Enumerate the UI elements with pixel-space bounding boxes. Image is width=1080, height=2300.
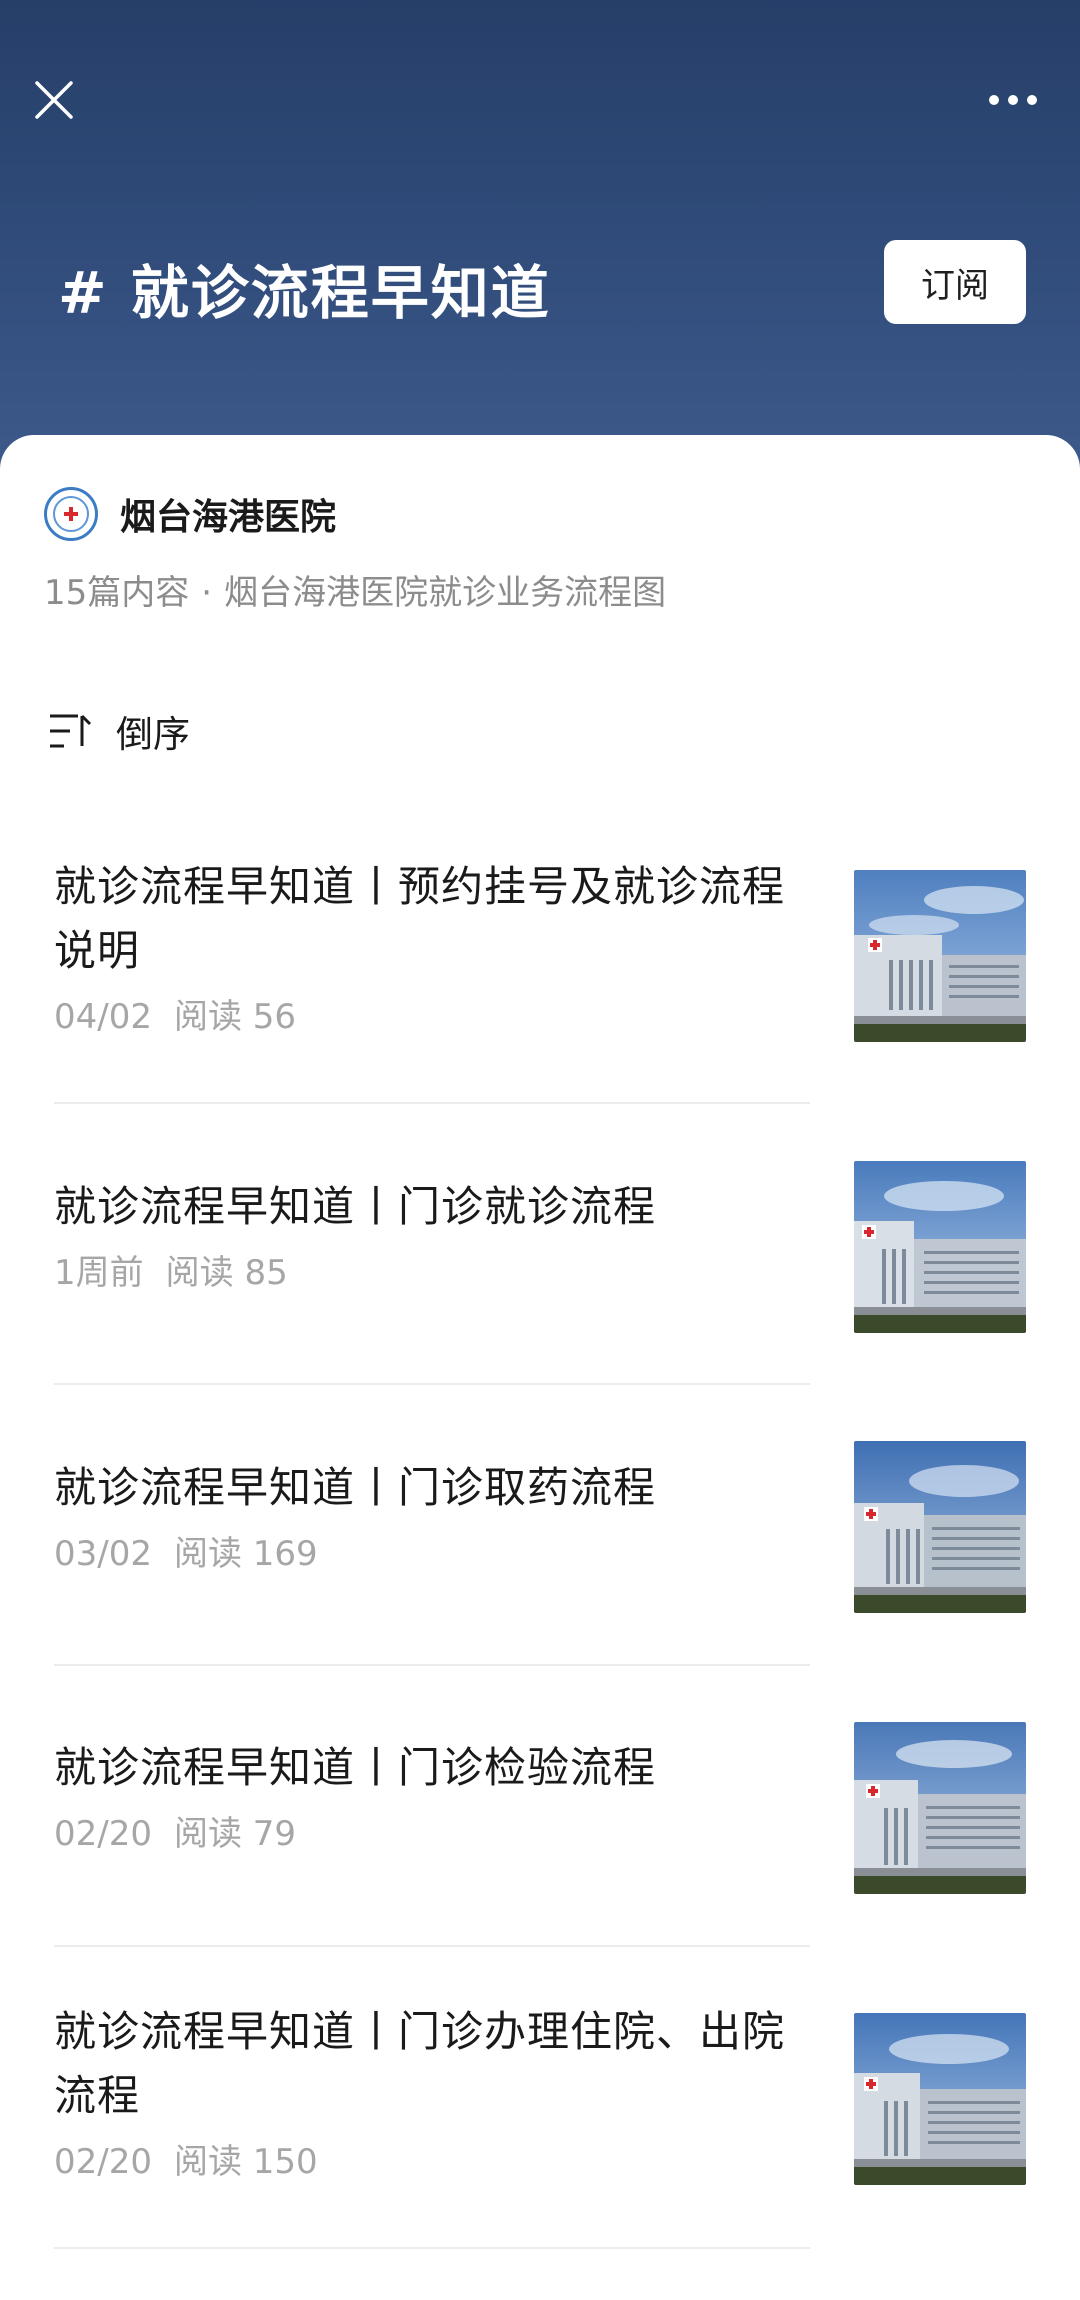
more-button[interactable] [978,78,1048,122]
article-text: 就诊流程早知道丨门诊办理住院、出院流程 02/20 阅读 150 [54,2000,814,2183]
article-meta: 02/20 阅读 150 [54,2134,814,2183]
sort-descending-icon [50,714,92,748]
topic-meta: 15篇内容 · 烟台海港医院就诊业务流程图 [44,565,666,614]
close-icon [35,81,73,119]
close-button[interactable] [24,70,84,130]
article-date: 04/02 [54,997,152,1037]
article-title: 就诊流程早知道丨门诊办理住院、出院流程 [54,2007,786,2120]
divider [54,1945,810,1947]
hospital-building-image [854,1161,1026,1333]
article-title: 就诊流程早知道丨门诊取药流程 [54,1463,657,1512]
divider [54,2247,810,2249]
sort-label: 倒序 [116,713,190,756]
account-name: 烟台海港医院 [120,497,337,538]
topic-title: # 就诊流程早知道 [58,259,551,327]
article-thumbnail [854,2013,1026,2185]
content-count: 15篇内容 [44,573,190,613]
divider [54,1383,810,1385]
hospital-logo-avatar [44,487,98,541]
article-reads: 阅读 169 [173,1534,318,1574]
more-icon-dot [1027,95,1037,105]
hospital-building-image [854,1722,1026,1894]
article-item[interactable]: 就诊流程早知道丨门诊取药流程 03/02 阅读 169 [54,1441,1026,1628]
article-item[interactable]: 就诊流程早知道丨门诊办理住院、出院流程 02/20 阅读 150 [54,2000,1026,2200]
hospital-logo-emblem [53,496,89,532]
article-thumbnail [854,1441,1026,1613]
divider [54,1102,810,1104]
article-title: 就诊流程早知道丨门诊检验流程 [54,1743,657,1792]
red-cross-icon [64,507,78,521]
article-item[interactable]: 就诊流程早知道丨门诊就诊流程 1周前 阅读 85 [54,1161,1026,1347]
article-text: 就诊流程早知道丨预约挂号及就诊流程说明 04/02 阅读 56 [54,855,814,1038]
article-reads: 阅读 79 [173,1814,297,1854]
article-text: 就诊流程早知道丨门诊就诊流程 1周前 阅读 85 [54,1175,814,1294]
more-icon-dot [989,95,999,105]
topic-header: # 就诊流程早知道 订阅 [0,0,1080,480]
article-reads: 阅读 150 [173,2142,318,2182]
article-date: 03/02 [54,1534,152,1574]
more-icon-dot [1008,95,1018,105]
article-title: 就诊流程早知道丨预约挂号及就诊流程说明 [54,862,786,975]
article-date: 1周前 [54,1253,144,1293]
article-meta: 03/02 阅读 169 [54,1526,814,1575]
article-text: 就诊流程早知道丨门诊取药流程 03/02 阅读 169 [54,1456,814,1575]
article-meta: 1周前 阅读 85 [54,1245,814,1294]
article-reads: 阅读 56 [173,997,297,1037]
article-text: 就诊流程早知道丨门诊检验流程 02/20 阅读 79 [54,1736,814,1855]
hospital-building-image [854,1441,1026,1613]
subscribe-button[interactable]: 订阅 [884,240,1026,324]
article-date: 02/20 [54,1814,152,1854]
article-reads: 阅读 85 [165,1253,288,1293]
divider [54,1664,810,1666]
account-row[interactable]: 烟台海港医院 [44,487,336,541]
article-title: 就诊流程早知道丨门诊就诊流程 [54,1182,657,1231]
article-thumbnail [854,1722,1026,1894]
topic-description: 烟台海港医院就诊业务流程图 [224,573,667,613]
meta-separator: · [201,573,213,613]
sort-toggle[interactable]: 倒序 [48,703,190,759]
article-thumbnail [854,870,1026,1042]
article-date: 02/20 [54,2142,152,2182]
article-thumbnail [854,1161,1026,1333]
hospital-building-image [854,870,1026,1042]
topic-page: # 就诊流程早知道 订阅 烟台海港医院 15篇内容 · 烟台海港医院就诊业务流程图 [0,0,1080,2300]
article-meta: 02/20 阅读 79 [54,1806,814,1855]
article-meta: 04/02 阅读 56 [54,989,814,1038]
hospital-building-image [854,2013,1026,2185]
article-item[interactable]: 就诊流程早知道丨门诊检验流程 02/20 阅读 79 [54,1722,1026,1908]
article-item[interactable]: 就诊流程早知道丨预约挂号及就诊流程说明 04/02 阅读 56 [54,855,1026,1055]
